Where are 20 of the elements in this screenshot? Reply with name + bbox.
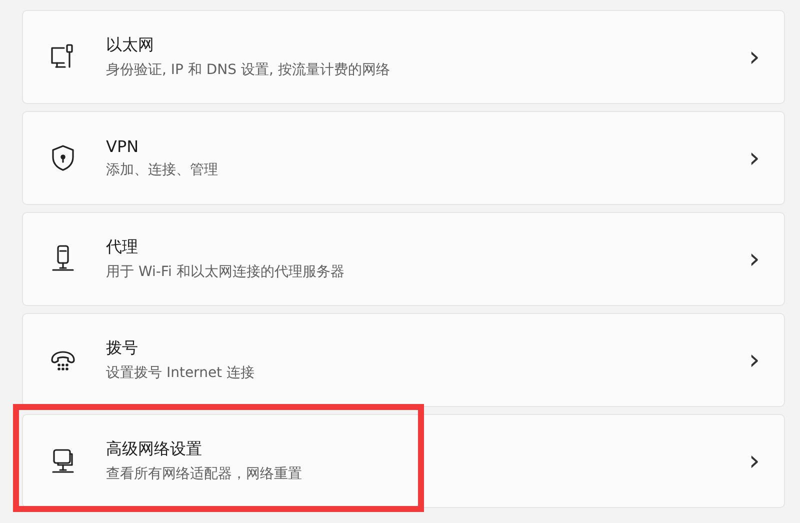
chevron-icon: › — [748, 447, 760, 475]
chevron-icon: › — [748, 245, 760, 273]
setting-title: 以太网 — [106, 35, 155, 56]
settings-card[interactable]: VPN 添加、连接、管理 › — [22, 111, 785, 205]
setting-description: 身份验证, IP 和 DNS 设置, 按流量计费的网络 — [106, 61, 391, 79]
settings-card[interactable]: 拨号 设置拨号 Internet 连接 › — [22, 313, 785, 407]
setting-description: 查看所有网络适配器，网络重置 — [106, 465, 303, 483]
settings-card[interactable]: 高级网络设置 查看所有网络适配器，网络重置 › — [22, 414, 785, 508]
setting-description: 设置拨号 Internet 连接 — [106, 364, 256, 382]
settings-card[interactable]: 代理 用于 Wi-Fi 和以太网连接的代理服务器 › — [22, 212, 785, 306]
chevron-icon: › — [748, 144, 760, 172]
setting-title: VPN — [106, 137, 140, 156]
setting-description: 用于 Wi-Fi 和以太网连接的代理服务器 — [106, 263, 346, 281]
setting-title: 代理 — [106, 237, 139, 258]
setting-title: 拨号 — [106, 338, 139, 359]
setting-title: 高级网络设置 — [106, 439, 203, 460]
setting-description: 添加、连接、管理 — [106, 161, 219, 179]
chevron-icon: › — [748, 43, 760, 71]
chevron-icon: › — [748, 346, 760, 374]
settings-card[interactable]: 以太网 身份验证, IP 和 DNS 设置, 按流量计费的网络 › — [22, 10, 785, 104]
